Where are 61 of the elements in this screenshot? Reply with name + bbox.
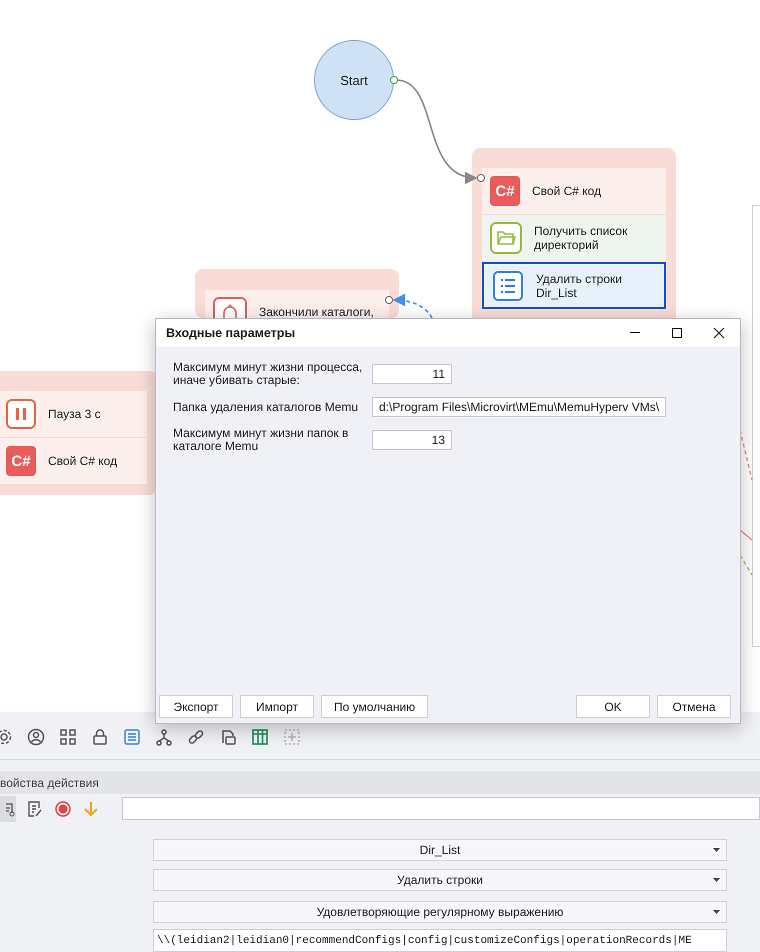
input-field[interactable]: d:\Program Files\Microvirt\MEmu\MemuHyperv VMs\ — [372, 397, 666, 417]
panel-title: войства действия — [0, 776, 99, 790]
dialog-title: Входные параметры — [166, 326, 296, 340]
field-label: Максимум минут жизни процесса, иначе убивать старые: — [173, 361, 364, 387]
dialog-button[interactable]: Отмена — [657, 695, 731, 718]
connector-line — [739, 554, 753, 576]
dialog-button[interactable]: Экспорт — [159, 695, 233, 718]
dialog-button[interactable]: Импорт — [240, 695, 314, 718]
block-label: Пауза 3 с — [48, 407, 101, 421]
block-label: Удалить строки — [536, 272, 622, 286]
start-node[interactable]: Start — [314, 40, 394, 120]
dropdown[interactable]: Dir_List — [153, 839, 727, 861]
input-field[interactable]: 13 — [372, 430, 452, 450]
field-label: Максимум минут жизни папок в каталоге Memu — [173, 427, 350, 453]
regex-field[interactable]: \\(leidian2|leidian0|recommendConfigs|config|customizeConfigs|operationRecords|ME — [153, 929, 727, 952]
connector-line — [739, 430, 753, 480]
action-block[interactable]: Закончили каталоги, — [205, 290, 389, 319]
grid-icon[interactable] — [59, 728, 77, 746]
input-field[interactable]: 11 — [372, 364, 452, 384]
maximize-button[interactable] — [671, 327, 683, 339]
dialog-button[interactable]: OK — [576, 695, 650, 718]
connector-line — [392, 294, 433, 318]
block-label: Свой C# код — [532, 184, 602, 198]
dropdown[interactable]: Удалить строки — [153, 869, 727, 891]
block-label: директорий — [534, 238, 600, 252]
block-label: Получить список — [534, 224, 628, 238]
block-label: Свой C# код — [48, 454, 118, 468]
dropdown[interactable]: Удовлетворяющие регулярному выражению — [153, 901, 727, 923]
list-icon — [492, 270, 524, 302]
pause-icon — [6, 399, 36, 429]
settings-doc-icon[interactable] — [0, 796, 16, 822]
block-label: Закончили каталоги, — [259, 305, 374, 319]
block-label: Dir_List — [536, 286, 578, 300]
action-block[interactable]: C# Свой C# код — [482, 168, 666, 215]
list-icon[interactable] — [123, 728, 141, 746]
caret-icon — [713, 878, 720, 882]
branch-icon[interactable] — [155, 728, 173, 746]
csharp-icon: C# — [6, 446, 36, 476]
dialog-button[interactable]: По умолчанию — [321, 695, 428, 718]
edit-doc-icon[interactable] — [26, 800, 44, 818]
folder-icon — [490, 222, 522, 254]
port-handle[interactable] — [390, 76, 398, 84]
table-icon[interactable] — [251, 728, 269, 746]
action-block[interactable]: C# Свой C# код — [0, 438, 147, 485]
link-icon[interactable] — [187, 728, 205, 746]
gear-icon[interactable] — [0, 728, 13, 746]
action-block[interactable]: Пауза 3 с — [0, 391, 147, 438]
caret-icon — [713, 848, 720, 852]
user-icon[interactable] — [27, 728, 45, 746]
field-label: Папка удаления каталогов Memu — [173, 400, 360, 414]
close-button[interactable] — [713, 327, 725, 339]
port-handle[interactable] — [385, 296, 393, 304]
input-field[interactable] — [122, 797, 760, 820]
connector-line — [740, 530, 752, 540]
record-icon[interactable] — [54, 800, 72, 818]
lock-icon[interactable] — [91, 728, 109, 746]
csharp-icon: C# — [490, 176, 520, 206]
action-block[interactable]: Получить список директорий — [482, 215, 666, 262]
action-block[interactable]: Удалить строки Dir_List — [482, 262, 666, 309]
port-handle[interactable] — [477, 174, 485, 182]
caret-icon — [713, 910, 720, 914]
